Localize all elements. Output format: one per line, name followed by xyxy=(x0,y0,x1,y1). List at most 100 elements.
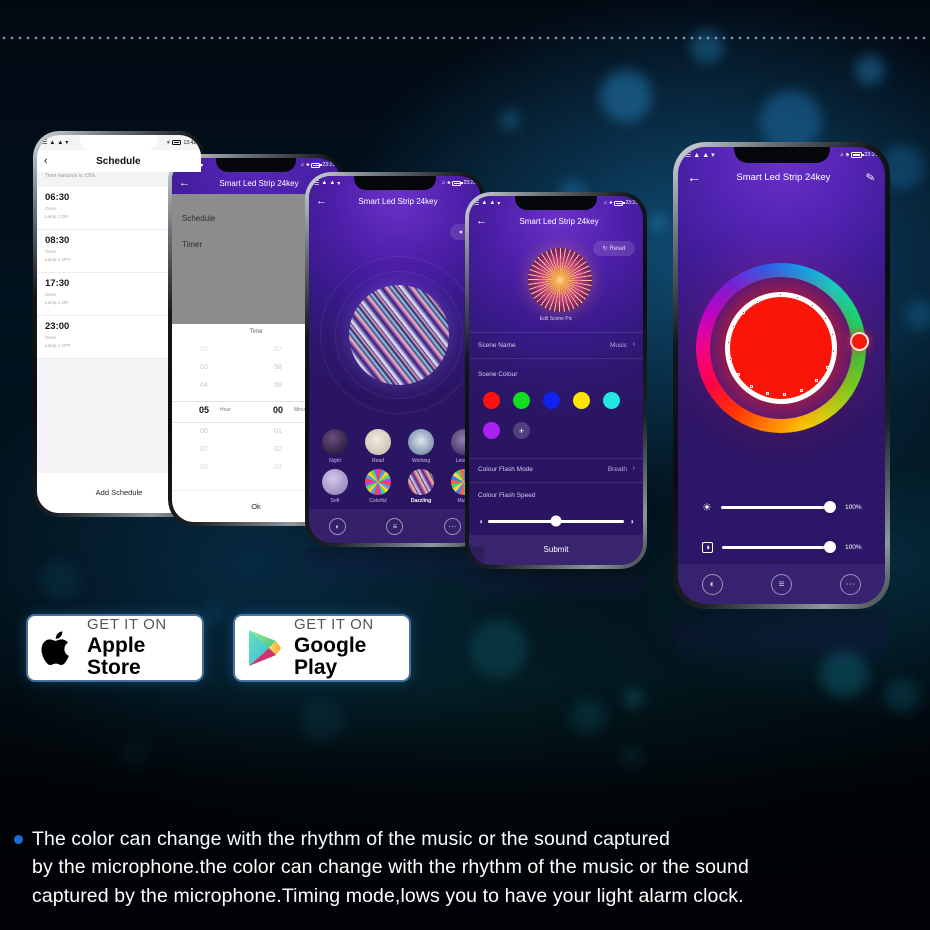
list-icon[interactable]: ≡ xyxy=(386,517,404,535)
scene-name-label: Scene Name xyxy=(478,342,516,349)
saturation-slider[interactable]: ◑ 100% xyxy=(702,539,867,555)
colour-swatch[interactable] xyxy=(543,392,560,409)
chevron-right-icon[interactable]: › xyxy=(633,341,635,348)
edit-scene-pic-label[interactable]: Edit Scene Pic xyxy=(469,316,643,322)
phone-scene-edit: ☰ ▲ ▲ ▾ ♫ ♣ 23:29 ← Smart Led Strip 24key ↻… xyxy=(465,192,647,569)
phone-reflection xyxy=(305,547,485,585)
phone-screen: ☰ ▲ ▲ ▾ ♫ ♣ 23:29 ← Smart Led Strip 24key ↻… xyxy=(469,196,643,565)
minute-option[interactable]: 57 xyxy=(264,346,292,353)
colour-swatch[interactable] xyxy=(483,422,500,439)
brightness-slider[interactable]: ☀ 100% xyxy=(702,499,867,515)
minute-option[interactable]: 59 xyxy=(264,382,292,389)
google-play-badge[interactable]: GET IT ON Google Play xyxy=(235,616,409,680)
status-time: 23:29 xyxy=(625,200,638,206)
firework-icon xyxy=(528,248,592,312)
reset-button[interactable]: ↻ Reset xyxy=(593,241,635,256)
colour-swatch[interactable] xyxy=(603,392,620,409)
color-wheel-thumb[interactable] xyxy=(850,332,869,351)
badge-line2: Google Play xyxy=(294,634,367,680)
scene-item-working[interactable]: Working xyxy=(401,429,441,464)
slider-thumb[interactable] xyxy=(824,501,836,513)
minute-option[interactable]: 58 xyxy=(264,364,292,371)
scene-item-soft[interactable]: Soft xyxy=(315,469,355,504)
more-icon[interactable]: ⋯ xyxy=(840,573,861,595)
page-title: Smart Led Strip 24key xyxy=(519,216,599,226)
slider-thumb[interactable] xyxy=(550,515,562,527)
page-title: Smart Led Strip 24key xyxy=(736,171,831,183)
hour-option[interactable]: 03 xyxy=(190,364,218,371)
caption-line: by the microphone.the color can change w… xyxy=(14,853,916,882)
bottom-nav: ◐ ≡ ⋯ xyxy=(309,509,481,543)
minute-option[interactable]: 02 xyxy=(264,446,292,453)
flash-mode-value[interactable]: Breath xyxy=(608,466,627,473)
reset-label: Reset xyxy=(609,245,626,252)
scene-picture[interactable] xyxy=(528,248,592,312)
brightness-icon: ☀ xyxy=(702,501,712,514)
arrow-left-icon[interactable]: ← xyxy=(687,169,701,185)
bokeh-dot xyxy=(600,70,652,122)
hour-option[interactable]: 04 xyxy=(190,382,218,389)
schedule-hint: Time variance is ±30s xyxy=(45,173,96,179)
bokeh-dot xyxy=(200,600,226,626)
bottom-nav: ◐ ≡ ⋯ xyxy=(678,564,885,604)
phone-reflection xyxy=(673,609,890,669)
bokeh-dot xyxy=(905,300,930,330)
saturation-icon: ◑ xyxy=(702,541,713,553)
hour-option[interactable]: 06 xyxy=(190,428,218,435)
chevron-right-icon[interactable]: › xyxy=(633,465,635,472)
apple-store-badge[interactable]: GET IT ON Apple Store xyxy=(28,616,202,680)
scene-item-night[interactable]: Night xyxy=(315,429,355,464)
caption-block: The color can change with the rhythm of … xyxy=(0,825,930,930)
badge-line2: Apple Store xyxy=(87,634,146,680)
dotted-divider xyxy=(0,36,930,40)
phone-screen: ☰ ▲ ▲ ▾ ♫ ♣ 23:27 ← Smart Led Strip 24key ✎ xyxy=(678,147,885,604)
scene-item-dazzling[interactable]: Dazzling xyxy=(401,469,441,504)
scene-preview-disc[interactable] xyxy=(349,285,449,385)
caption-line: The color can change with the rhythm of … xyxy=(14,825,916,854)
status-right-icons: ♫ ♣ 23:29 xyxy=(603,200,638,206)
slider-thumb[interactable] xyxy=(824,541,836,553)
scene-label: Soft xyxy=(330,498,340,504)
hour-option[interactable]: 02 xyxy=(190,346,218,353)
pencil-icon[interactable]: ✎ xyxy=(865,170,876,184)
brightness-value: 100% xyxy=(845,503,862,511)
badge-line1: GET IT ON xyxy=(294,615,374,633)
minute-option[interactable]: 01 xyxy=(264,428,292,435)
hour-option[interactable]: 07 xyxy=(190,446,218,453)
palette-icon[interactable]: ◐ xyxy=(702,573,723,595)
colour-swatch[interactable] xyxy=(573,392,590,409)
flash-speed-slider[interactable]: ◑ ◑ xyxy=(478,514,634,528)
palette-icon[interactable]: ◐ xyxy=(329,517,347,535)
phone-reflection xyxy=(465,569,647,603)
slow-icon: ◑ xyxy=(478,516,483,526)
minute-selected[interactable]: 00 xyxy=(264,405,292,415)
status-signal-icons: ☰ ▲ ▲ ▾ xyxy=(685,151,715,160)
hour-selected[interactable]: 05 xyxy=(190,405,218,415)
minute-option[interactable]: 03 xyxy=(264,464,292,471)
caption-text: by the microphone.the color can change w… xyxy=(32,856,749,878)
refresh-icon: ↻ xyxy=(602,246,608,252)
status-time: 23:29 xyxy=(322,162,335,168)
hour-unit: Hour xyxy=(220,407,231,413)
status-signal-icons: ☰ ▲ ▲ ▾ xyxy=(42,139,69,147)
scene-name-value[interactable]: Music xyxy=(610,342,627,349)
status-time: 23:29 xyxy=(463,180,476,186)
phone-screen: ☰ ▲ ▲ ▾ ♫ ♣ 23:29 ← Smart Led Strip 24key ●… xyxy=(309,176,481,543)
bokeh-dot xyxy=(855,55,885,85)
submit-button[interactable]: Submit xyxy=(469,535,643,565)
colour-swatch[interactable] xyxy=(513,392,530,409)
flash-mode-label: Colour Flash Mode xyxy=(478,466,533,473)
scene-item-colorful[interactable]: Colorful xyxy=(358,469,398,504)
plus-icon[interactable]: + xyxy=(513,422,530,439)
more-icon[interactable]: ⋯ xyxy=(443,517,461,535)
list-icon[interactable]: ≡ xyxy=(771,573,792,595)
bullet-icon xyxy=(14,834,23,844)
bokeh-dot xyxy=(650,215,666,231)
scene-colour-label: Scene Colour xyxy=(478,371,518,378)
scene-item-read[interactable]: Read xyxy=(358,429,398,464)
phone-main: ☰ ▲ ▲ ▾ ♫ ♣ 23:27 ← Smart Led Strip 24key ✎ xyxy=(673,142,890,609)
status-time: 13:42 xyxy=(183,139,196,146)
colour-swatch[interactable] xyxy=(483,392,500,409)
hour-option[interactable]: 08 xyxy=(190,464,218,471)
scene-label: Night xyxy=(329,458,341,464)
